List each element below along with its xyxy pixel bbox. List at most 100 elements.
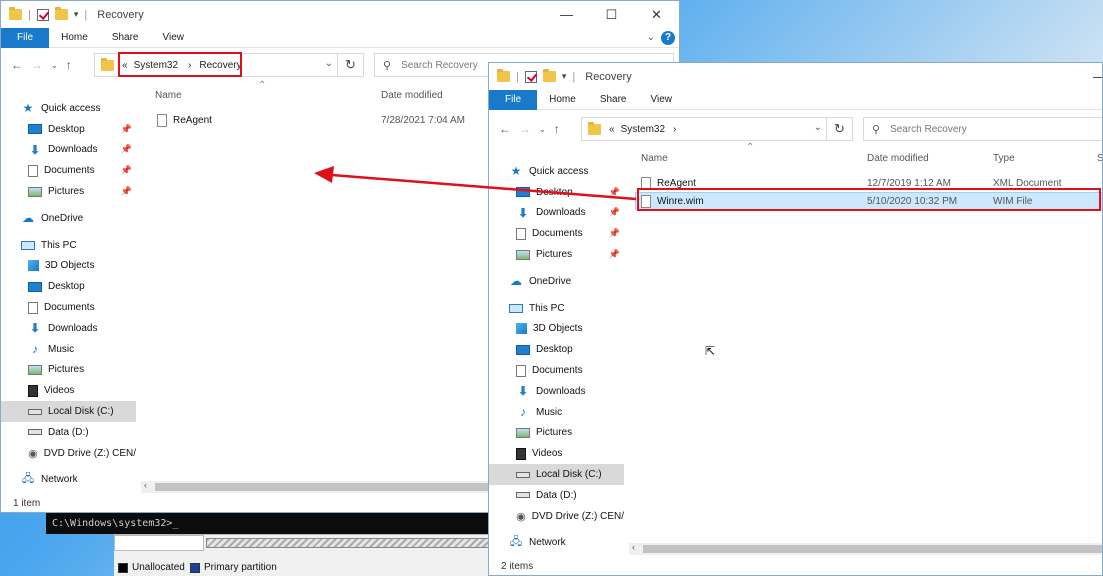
sidebar-item[interactable]: ⬇ Downloads 📌 — [1, 140, 136, 161]
column-header-type[interactable]: Type — [993, 153, 1015, 164]
pin-icon[interactable]: 📌 — [609, 228, 620, 239]
column-header-date[interactable]: Date modified — [867, 153, 929, 164]
sidebar-item-label: This PC — [41, 239, 77, 251]
sidebar-item[interactable]: Desktop 📌 — [1, 119, 136, 140]
sidebar-item[interactable]: ⬇ Downloads — [1, 318, 136, 339]
video-icon — [28, 384, 38, 397]
address-dropdown-icon[interactable]: ⌄ — [325, 58, 333, 69]
breadcrumb-prefix[interactable]: « — [609, 124, 615, 135]
sidebar-item-label: 3D Objects — [45, 260, 95, 272]
sidebar-item[interactable]: Desktop — [1, 276, 136, 297]
sidebar-item[interactable]: Desktop — [489, 339, 624, 360]
sidebar-item[interactable]: ◉ DVD Drive (Z:) CEN/ — [489, 506, 624, 527]
tab-file[interactable]: File — [489, 89, 538, 110]
address-dropdown-icon[interactable]: ⌄ — [814, 122, 822, 133]
column-header-date[interactable]: Date modified — [381, 90, 443, 101]
refresh-icon[interactable]: ↻ — [337, 54, 363, 76]
recent-locations-icon[interactable]: ⌄ — [539, 125, 546, 134]
scroll-left-icon[interactable]: ‹ — [144, 480, 147, 490]
pin-icon[interactable]: 📌 — [609, 249, 620, 260]
properties-icon[interactable] — [36, 8, 49, 21]
tab-view[interactable]: View — [639, 90, 685, 110]
column-header-size[interactable]: S — [1097, 153, 1102, 164]
sidebar-item[interactable]: This PC — [489, 298, 624, 319]
back-icon[interactable]: ← — [11, 58, 23, 72]
sidebar-item[interactable]: ⬇ Downloads 📌 — [489, 203, 624, 224]
sidebar-item[interactable]: Pictures 📌 — [489, 244, 624, 265]
sidebar-item[interactable]: ⬇ Downloads — [489, 381, 624, 402]
address-bar[interactable]: « System32 › ⌄ ↻ — [581, 117, 853, 141]
pin-icon[interactable]: 📌 — [609, 207, 620, 218]
sidebar-item[interactable]: Data (D:) — [1, 422, 136, 443]
sidebar-item[interactable]: ★ Quick access — [1, 98, 136, 119]
sidebar-item[interactable]: 🖧 Network — [1, 470, 136, 491]
forward-icon[interactable]: → — [519, 122, 531, 136]
customize-quick-access-icon[interactable]: ▾ — [74, 9, 79, 20]
new-folder-icon[interactable] — [54, 7, 68, 20]
maximize-button[interactable]: ☐ — [589, 1, 634, 28]
pin-icon[interactable]: 📌 — [121, 124, 132, 135]
pin-icon[interactable]: 📌 — [121, 186, 132, 197]
tab-home[interactable]: Home — [49, 28, 100, 48]
tab-home[interactable]: Home — [537, 90, 588, 110]
scrollbar-thumb[interactable] — [643, 545, 1102, 553]
scroll-left-icon[interactable]: ‹ — [632, 542, 635, 552]
sidebar-item[interactable]: ♪ Music — [1, 339, 136, 360]
sidebar-item[interactable]: 3D Objects — [1, 256, 136, 277]
tab-share[interactable]: Share — [588, 90, 639, 110]
refresh-icon[interactable]: ↻ — [826, 118, 852, 140]
minimize-button[interactable]: — — [544, 1, 589, 28]
sidebar-item[interactable]: Documents 📌 — [1, 160, 136, 181]
sidebar-item[interactable]: Desktop 📌 — [489, 182, 624, 203]
up-icon[interactable]: ↑ — [66, 58, 72, 72]
sidebar-item[interactable]: ★ Quick access — [489, 161, 624, 182]
computer-icon — [21, 240, 35, 250]
forward-icon[interactable]: → — [31, 58, 43, 72]
sidebar-item[interactable]: Documents — [1, 297, 136, 318]
file-row-reagent[interactable]: ReAgent — [157, 112, 212, 129]
sidebar-item[interactable]: ♪ Music — [489, 402, 624, 423]
sidebar-item[interactable]: Pictures — [1, 360, 136, 381]
close-button[interactable]: ✕ — [634, 1, 679, 28]
sidebar-item[interactable]: 3D Objects — [489, 319, 624, 340]
up-icon[interactable]: ↑ — [554, 122, 560, 136]
sidebar-item[interactable]: Data (D:) — [489, 485, 624, 506]
sidebar-item[interactable]: Local Disk (C:) — [489, 464, 624, 485]
back-icon[interactable]: ← — [499, 122, 511, 136]
horizontal-scrollbar[interactable]: ‹ — [629, 542, 1102, 555]
sidebar-item[interactable]: Pictures 📌 — [1, 181, 136, 202]
sidebar-item[interactable]: Documents — [489, 360, 624, 381]
search-box[interactable]: ⚲ Search Recovery — [863, 117, 1102, 141]
sidebar-item[interactable]: Videos — [489, 443, 624, 464]
sidebar-item[interactable]: ☁ OneDrive — [489, 271, 624, 292]
sidebar-item[interactable]: ☁ OneDrive — [1, 208, 136, 229]
pin-icon[interactable]: 📌 — [609, 187, 620, 198]
properties-icon[interactable] — [524, 70, 537, 83]
column-header-name[interactable]: Name — [155, 90, 182, 101]
sidebar-item[interactable]: Local Disk (C:) — [1, 401, 136, 422]
new-folder-icon[interactable] — [542, 69, 556, 82]
tab-share[interactable]: Share — [100, 28, 151, 48]
help-icon[interactable]: ? — [661, 31, 675, 45]
minimize-button[interactable]: — — [1077, 63, 1102, 90]
folder-icon[interactable] — [9, 7, 22, 20]
command-prompt-line[interactable]: C:\Windows\system32>_ — [46, 513, 488, 534]
sidebar-item-label: Local Disk (C:) — [48, 406, 114, 418]
breadcrumb-separator[interactable]: › — [673, 124, 676, 135]
column-header-name[interactable]: Name — [641, 153, 668, 164]
pin-icon[interactable]: 📌 — [121, 144, 132, 155]
folder-icon[interactable] — [497, 69, 510, 82]
sidebar-item[interactable]: ◉ DVD Drive (Z:) CEN/ — [1, 443, 136, 464]
recent-locations-icon[interactable]: ⌄ — [51, 61, 58, 70]
breadcrumb-system32[interactable]: System32 — [621, 124, 665, 135]
pin-icon[interactable]: 📌 — [121, 165, 132, 176]
sidebar-item[interactable]: 🖧 Network — [489, 533, 624, 554]
tab-file[interactable]: File — [1, 27, 50, 48]
sidebar-item[interactable]: Pictures — [489, 423, 624, 444]
sidebar-item[interactable]: Documents 📌 — [489, 223, 624, 244]
expand-ribbon-icon[interactable]: ⌄ — [647, 32, 655, 43]
customize-quick-access-icon[interactable]: ▾ — [562, 71, 567, 82]
sidebar-item[interactable]: This PC — [1, 235, 136, 256]
tab-view[interactable]: View — [151, 28, 197, 48]
sidebar-item[interactable]: Videos — [1, 380, 136, 401]
